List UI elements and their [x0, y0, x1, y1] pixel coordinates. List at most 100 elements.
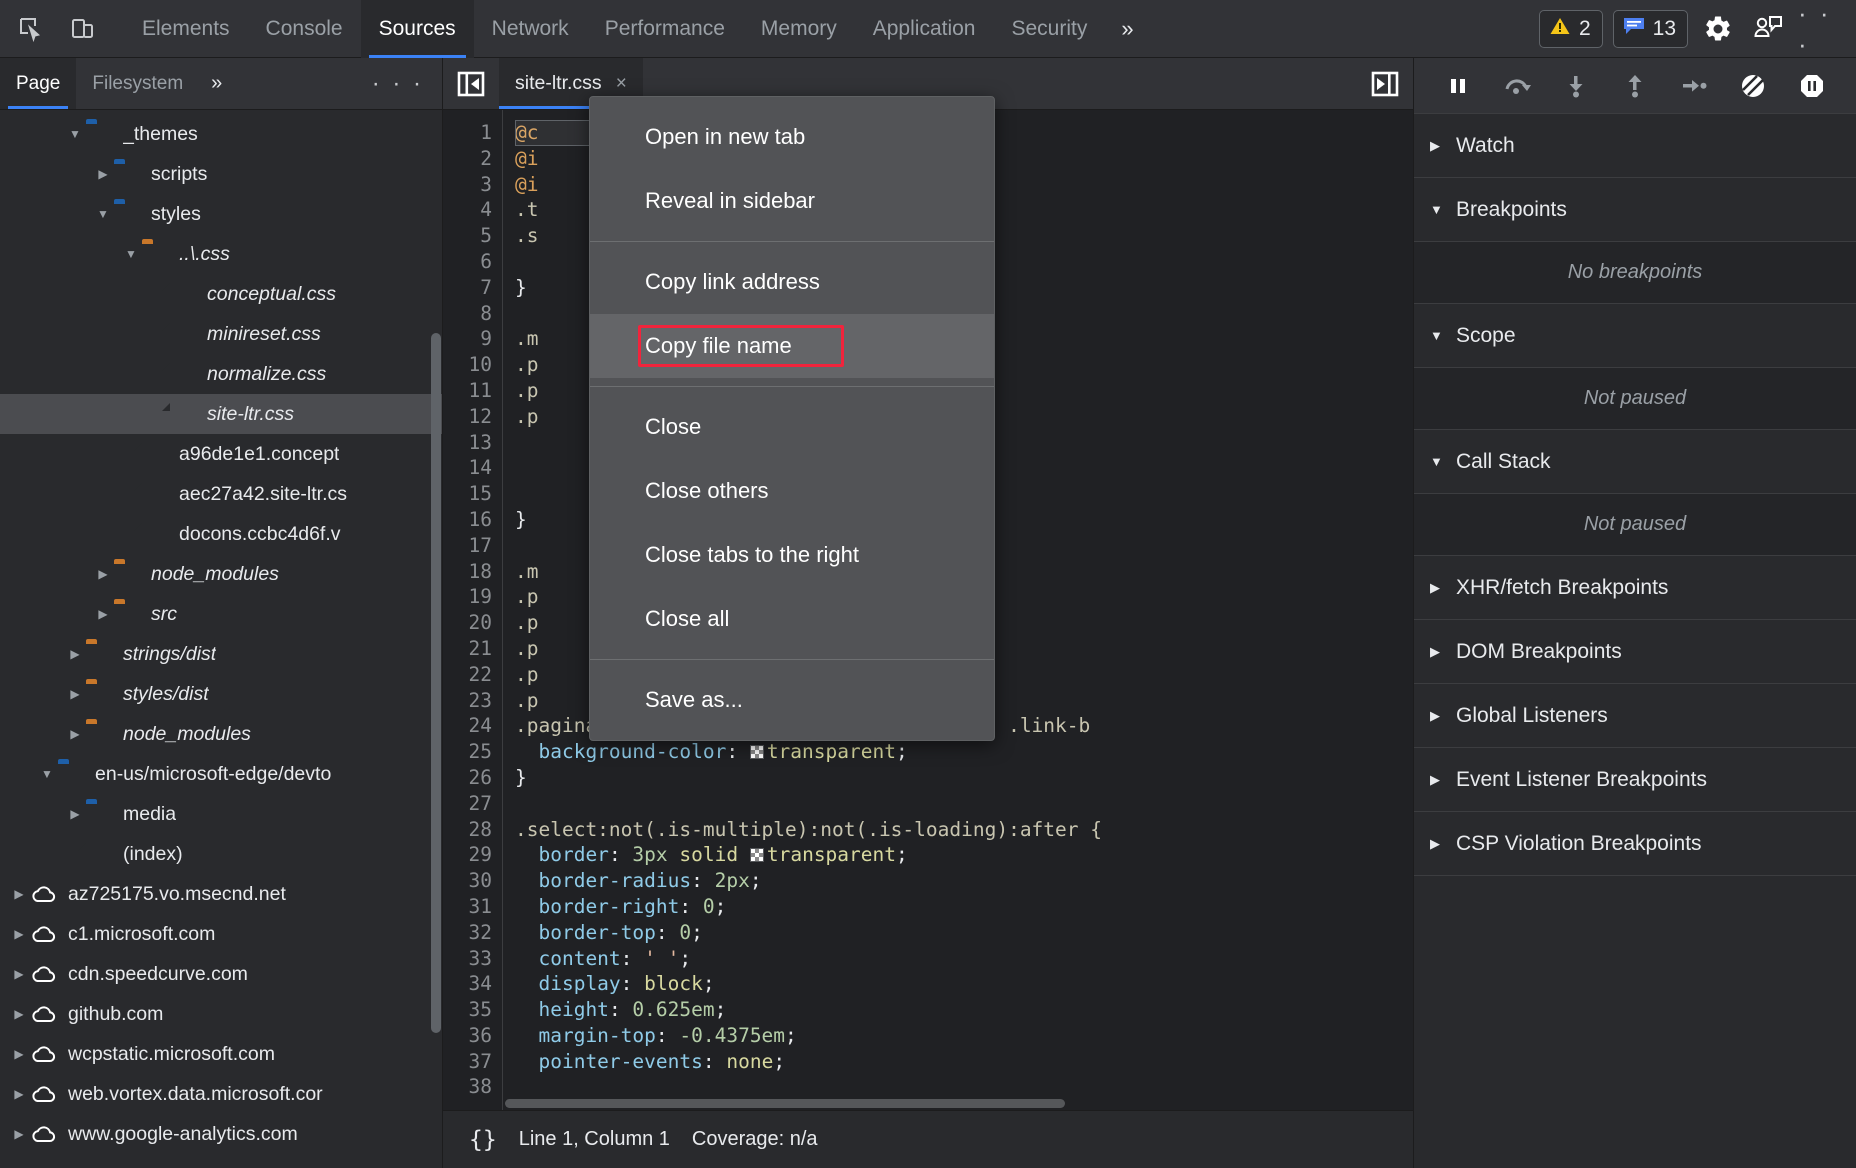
gear-icon[interactable] — [1698, 9, 1738, 49]
more-tabs-chevron-icon[interactable]: » — [1105, 0, 1149, 58]
show-right-panel-icon[interactable] — [1357, 58, 1413, 109]
tree-item[interactable]: ▶web.vortex.data.microsoft.cor — [0, 1074, 442, 1114]
tree-item[interactable]: ▶scripts — [0, 154, 442, 194]
close-icon[interactable]: × — [616, 73, 627, 95]
chevron-right-icon[interactable]: ▶ — [64, 687, 86, 701]
tab-memory[interactable]: Memory — [743, 0, 855, 58]
tab-application[interactable]: Application — [855, 0, 994, 58]
tree-item-label: a96de1e1.concept — [179, 443, 339, 466]
step-icon[interactable] — [1672, 64, 1716, 108]
navigator-more-options-icon[interactable]: · · · — [354, 58, 442, 109]
pretty-print-icon[interactable]: {} — [469, 1127, 497, 1153]
debugger-section-event-listener-breakpoints[interactable]: ▶Event Listener Breakpoints — [1414, 748, 1856, 812]
context-menu-item[interactable]: Copy link address — [590, 250, 994, 314]
chevron-down-icon[interactable]: ▼ — [92, 207, 114, 221]
tree-item[interactable]: ▶c1.microsoft.com — [0, 914, 442, 954]
tree-item[interactable]: site-ltr.css — [0, 394, 442, 434]
tree-item[interactable]: ▶src — [0, 594, 442, 634]
debugger-section-xhr-fetch-breakpoints[interactable]: ▶XHR/fetch Breakpoints — [1414, 556, 1856, 620]
tab-elements[interactable]: Elements — [124, 0, 248, 58]
tree-item[interactable]: normalize.css — [0, 354, 442, 394]
context-menu-item[interactable]: Close tabs to the right — [590, 523, 994, 587]
context-menu-item[interactable]: Reveal in sidebar — [590, 169, 994, 233]
pause-script-icon[interactable] — [1436, 64, 1480, 108]
debugger-section-csp-violation-breakpoints[interactable]: ▶CSP Violation Breakpoints — [1414, 812, 1856, 876]
chevron-right-icon[interactable]: ▶ — [8, 1047, 30, 1061]
tree-item[interactable]: ▶github.com — [0, 994, 442, 1034]
tree-item[interactable]: aec27a42.site-ltr.cs — [0, 474, 442, 514]
tree-item[interactable]: ▼..\.css — [0, 234, 442, 274]
tree-item[interactable]: ▶cdn.speedcurve.com — [0, 954, 442, 994]
message-count-badge[interactable]: 13 — [1613, 10, 1688, 48]
more-options-icon[interactable]: · · · — [1798, 9, 1838, 49]
inspect-element-icon[interactable] — [12, 10, 50, 48]
chevron-right-icon[interactable]: ▶ — [8, 967, 30, 981]
tree-item[interactable]: ▼ en-us/microsoft-edge/devto — [0, 754, 442, 794]
deactivate-breakpoints-icon[interactable] — [1731, 64, 1775, 108]
collapse-left-panel-icon[interactable] — [443, 58, 499, 109]
chevron-right-icon[interactable]: ▶ — [92, 167, 114, 181]
chevron-right-icon[interactable]: ▶ — [8, 927, 30, 941]
tree-item[interactable]: ▶wcpstatic.microsoft.com — [0, 1034, 442, 1074]
tree-item[interactable]: minireset.css — [0, 314, 442, 354]
chevron-down-icon[interactable]: ▼ — [36, 767, 58, 781]
tree-item[interactable]: a96de1e1.concept — [0, 434, 442, 474]
chevron-right-icon[interactable]: ▶ — [8, 1087, 30, 1101]
warning-count-badge[interactable]: 2 — [1539, 10, 1603, 48]
chevron-right-icon[interactable]: ▶ — [8, 887, 30, 901]
pause-on-exceptions-icon[interactable] — [1790, 64, 1834, 108]
context-menu-item[interactable]: Open in new tab — [590, 105, 994, 169]
tree-item[interactable]: ▼styles — [0, 194, 442, 234]
navigator-scrollbar[interactable] — [431, 333, 441, 1033]
debugger-section-global-listeners[interactable]: ▶Global Listeners — [1414, 684, 1856, 748]
debugger-section-scope[interactable]: ▼Scope — [1414, 304, 1856, 368]
chevron-right-icon[interactable]: ▶ — [8, 1007, 30, 1021]
chevron-right-icon[interactable]: ▶ — [64, 727, 86, 741]
tree-item[interactable]: ▶styles/dist — [0, 674, 442, 714]
line-number: 10 — [443, 352, 492, 378]
context-menu-item[interactable]: Save as... — [590, 668, 994, 732]
step-over-icon[interactable] — [1495, 64, 1539, 108]
tree-item[interactable]: ▶www.google-analytics.com — [0, 1114, 442, 1154]
tab-console[interactable]: Console — [248, 0, 361, 58]
step-out-icon[interactable] — [1613, 64, 1657, 108]
context-menu-item[interactable]: Close others — [590, 459, 994, 523]
tree-item[interactable]: (index) — [0, 834, 442, 874]
tree-item[interactable]: conceptual.css — [0, 274, 442, 314]
tree-item[interactable]: ▶media — [0, 794, 442, 834]
feedback-person-icon[interactable] — [1748, 9, 1788, 49]
tree-item[interactable]: ▶strings/dist — [0, 634, 442, 674]
tab-context-menu[interactable]: Open in new tabReveal in sidebar Copy lin… — [589, 96, 995, 741]
tree-item[interactable]: docons.ccbc4d6f.v — [0, 514, 442, 554]
tab-page[interactable]: Page — [0, 58, 76, 109]
context-menu-item[interactable]: Copy file name — [590, 314, 994, 378]
tab-network[interactable]: Network — [474, 0, 587, 58]
tree-item[interactable]: ▶node_modules — [0, 714, 442, 754]
tree-item-label: en-us/microsoft-edge/devto — [95, 763, 331, 786]
debugger-section-watch[interactable]: ▶Watch — [1414, 114, 1856, 178]
context-menu-item[interactable]: Close — [590, 395, 994, 459]
context-menu-item[interactable]: Close all — [590, 587, 994, 651]
chevron-right-icon[interactable]: ▶ — [92, 567, 114, 581]
tree-item[interactable]: ▶node_modules — [0, 554, 442, 594]
chevron-right-icon[interactable]: ▶ — [8, 1127, 30, 1141]
step-into-icon[interactable] — [1554, 64, 1598, 108]
chevron-right-icon[interactable]: ▶ — [92, 607, 114, 621]
line-number: 20 — [443, 610, 492, 636]
device-toolbar-icon[interactable] — [64, 10, 102, 48]
tree-item[interactable]: ▼_themes — [0, 114, 442, 154]
tab-filesystem[interactable]: Filesystem — [76, 58, 199, 109]
tree-item[interactable]: ▶az725175.vo.msecnd.net — [0, 874, 442, 914]
debugger-section-call-stack[interactable]: ▼Call Stack — [1414, 430, 1856, 494]
debugger-section-dom-breakpoints[interactable]: ▶DOM Breakpoints — [1414, 620, 1856, 684]
chevron-down-icon[interactable]: ▼ — [120, 247, 142, 261]
editor-horizontal-scrollbar[interactable] — [505, 1099, 1409, 1108]
chevron-right-icon[interactable]: ▶ — [64, 647, 86, 661]
tab-sources[interactable]: Sources — [361, 0, 474, 58]
chevron-down-icon[interactable]: ▼ — [64, 127, 86, 141]
tab-performance[interactable]: Performance — [587, 0, 743, 58]
tab-security[interactable]: Security — [993, 0, 1105, 58]
chevron-right-icon[interactable]: ▶ — [64, 807, 86, 821]
debugger-section-breakpoints[interactable]: ▼Breakpoints — [1414, 178, 1856, 242]
navigator-more-tabs-icon[interactable]: » — [199, 58, 234, 109]
